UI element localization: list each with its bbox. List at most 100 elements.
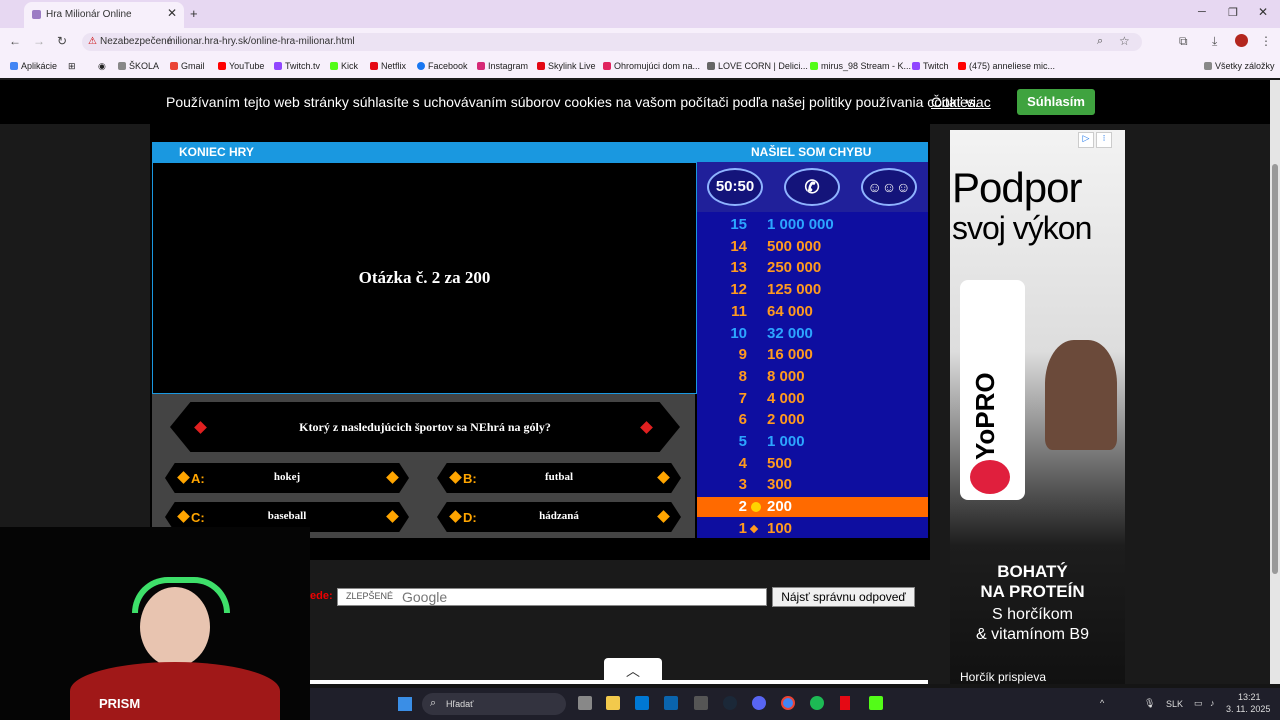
address-bar[interactable]: ⚠ Nezabezpečené milionar.hra-hry.sk/onli…	[82, 33, 1142, 51]
store-icon[interactable]	[635, 696, 649, 710]
page-scrollbar[interactable]	[1270, 80, 1280, 684]
advertisement[interactable]: ▷ ⁝ Podpor svoj výkon YoPRO BOHATÝ NA PR…	[950, 130, 1125, 684]
profile-avatar[interactable]	[1235, 34, 1248, 47]
menu-icon[interactable]: ⋮	[1260, 34, 1272, 48]
clock-time[interactable]: 13:21	[1238, 692, 1261, 702]
language-indicator[interactable]: SLK	[1166, 699, 1183, 709]
bookmark-star-icon[interactable]: ☆	[1119, 34, 1130, 48]
bookmark-youtube-2[interactable]: (475) anneliese mic...	[958, 61, 1055, 71]
extensions-icon[interactable]: ⧉	[1179, 34, 1188, 49]
file-explorer-icon[interactable]	[606, 696, 620, 710]
cookie-read-more-link[interactable]: Čítať viac	[931, 94, 991, 110]
bookmark-dom[interactable]: Ohromujúci dom na...	[603, 61, 700, 71]
prize-level: 1	[738, 519, 747, 537]
back-icon[interactable]: ←	[9, 34, 21, 48]
volume-icon[interactable]: ♪	[1210, 698, 1215, 708]
fifty-fifty-lifeline[interactable]: 50:50	[707, 168, 763, 206]
cookie-text: Používaním tejto web stránky súhlasíte s…	[166, 94, 979, 110]
spotify-icon[interactable]	[810, 696, 824, 710]
scrollbar-thumb[interactable]	[1272, 164, 1278, 574]
windows-start-icon[interactable]	[398, 697, 412, 711]
taskbar-search[interactable]: ⌕ Hľadať	[422, 693, 566, 715]
adchoices-icon[interactable]: ▷	[1078, 132, 1094, 148]
url-text[interactable]: milionar.hra-hry.sk/online-hra-milionar.…	[167, 36, 355, 47]
app-icon[interactable]	[694, 696, 708, 710]
search-input[interactable]: ZLEPŠENÉ Google	[337, 588, 767, 606]
kick-icon	[330, 62, 338, 70]
security-label[interactable]: Nezabezpečené	[100, 36, 172, 47]
kick-icon[interactable]	[869, 696, 883, 710]
ad-headline-1: Podpor	[952, 164, 1082, 211]
ad-bottom-1: BOHATÝ	[997, 562, 1068, 581]
prize-row-13: 13 250 000	[697, 258, 928, 278]
outlook-icon[interactable]	[664, 696, 678, 710]
chrome-icon[interactable]	[781, 696, 795, 710]
zoom-icon[interactable]: ⌕	[1097, 35, 1103, 48]
end-game-button[interactable]: KONIEC HRY	[179, 142, 254, 162]
grid-bookmark-icon[interactable]: ⊞	[68, 61, 76, 72]
bookmark-mirus[interactable]: mirus_98 Stream - K...	[810, 61, 911, 71]
new-tab-icon[interactable]: +	[190, 6, 198, 21]
phone-icon[interactable]: ✆	[784, 168, 840, 206]
maximize-icon[interactable]: ❐	[1228, 6, 1238, 19]
browser-tab[interactable]: Hra Milionár Online ✕	[24, 2, 184, 28]
apps-bookmark[interactable]: Aplikácie	[10, 61, 57, 71]
scroll-to-top-button[interactable]: ︿	[604, 658, 662, 684]
bookmark-facebook[interactable]: Facebook	[417, 61, 468, 71]
prize-amount: 32 000	[767, 324, 813, 342]
microphone-icon[interactable]: 🎙	[1144, 698, 1155, 709]
prize-row-11: 11 64 000	[697, 302, 928, 322]
discord-icon[interactable]	[752, 696, 766, 710]
answer-b[interactable]: B: futbal	[437, 463, 681, 493]
close-window-icon[interactable]: ✕	[1258, 5, 1268, 19]
question-number: Otázka č. 2 za 200	[358, 268, 491, 287]
google-logo: Google	[402, 589, 448, 605]
bookmark-kick[interactable]: Kick	[330, 61, 358, 71]
answer-d[interactable]: D: hádzaná	[437, 502, 681, 532]
close-tab-icon[interactable]: ✕	[167, 6, 177, 20]
prize-level: 10	[730, 324, 747, 342]
task-view-icon[interactable]	[578, 696, 592, 710]
bookmark-twitch[interactable]: Twitch	[912, 61, 949, 71]
bookmark-skola[interactable]: ŠKOLA	[118, 61, 159, 71]
answer-a[interactable]: A: hokej	[165, 463, 409, 493]
prize-level: 12	[730, 281, 747, 299]
report-bug-button[interactable]: NAŠIEL SOM CHYBU	[751, 142, 871, 162]
clock-date[interactable]: 3. 11. 2025	[1226, 704, 1270, 714]
steam-icon[interactable]	[723, 696, 737, 710]
webcam-caption: PRISM	[99, 696, 141, 711]
bookmark-instagram[interactable]: Instagram	[477, 61, 528, 71]
prize-amount: 2 000	[767, 411, 805, 429]
webcam-overlay: PRISM	[0, 527, 310, 720]
taskbar-search-text: Hľadať	[446, 699, 474, 709]
prize-amount: 250 000	[767, 259, 822, 277]
cookie-banner: Používaním tejto web stránky súhlasíte s…	[0, 80, 1270, 124]
search-label: ede:	[310, 590, 333, 602]
bookmark-love-corn[interactable]: LOVE CORN | Delici...	[707, 61, 808, 71]
bookmark-twitch-tv[interactable]: Twitch.tv	[274, 61, 320, 71]
network-icon[interactable]: ▭	[1194, 698, 1203, 709]
instagram-icon	[477, 62, 485, 70]
cookie-accept-button[interactable]: Súhlasím	[1017, 89, 1095, 115]
ad-footer-text: Horčík prispieva	[960, 670, 1047, 684]
minimize-icon[interactable]: ─	[1198, 6, 1206, 18]
globe-bookmark-icon[interactable]: ◉	[98, 61, 106, 72]
bookmark-youtube[interactable]: YouTube	[218, 61, 264, 71]
enhanced-label: ZLEPŠENÉ	[346, 591, 394, 601]
bookmark-skylink[interactable]: Skylink Live	[537, 61, 596, 71]
prize-level: 3	[738, 476, 747, 494]
prize-amount: 500 000	[767, 237, 822, 255]
download-icon[interactable]: ⤓	[1212, 34, 1217, 49]
find-answer-button[interactable]: Nájsť správnu odpoveď	[772, 587, 915, 607]
bookmark-netflix[interactable]: Netflix	[370, 61, 406, 71]
bookmark-gmail[interactable]: Gmail	[170, 61, 205, 71]
netflix-icon[interactable]	[840, 696, 850, 710]
prize-level: 4	[738, 454, 747, 472]
reload-icon[interactable]: ↻	[57, 34, 67, 48]
all-bookmarks[interactable]: Všetky záložky	[1204, 61, 1275, 71]
forward-icon[interactable]: →	[33, 34, 45, 48]
ad-close-icon[interactable]: ⁝	[1096, 132, 1112, 148]
apps-icon	[10, 62, 18, 70]
chevron-up-icon[interactable]: ^	[1100, 698, 1104, 708]
audience-icon[interactable]: ☺☺☺	[861, 168, 917, 206]
